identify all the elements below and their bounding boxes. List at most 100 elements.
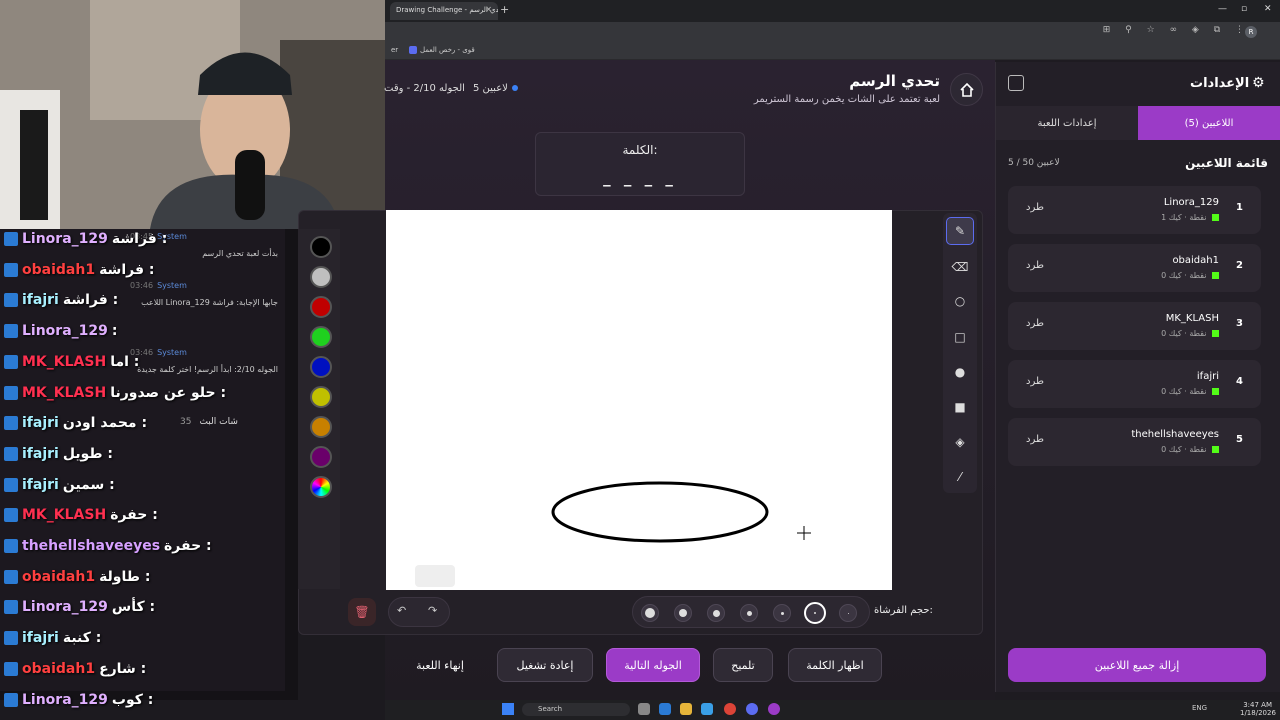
brush-size-option[interactable] [740, 604, 758, 622]
app-icon[interactable] [746, 703, 758, 715]
bookmark-item[interactable]: er [391, 46, 398, 54]
tab-game-settings[interactable]: إعدادات اللعبة [996, 106, 1138, 140]
browser-tab[interactable]: Drawing Challenge - تحدي الرسم✕ [390, 2, 498, 20]
undo-icon[interactable]: ↶ [397, 604, 406, 617]
toolbar-icons[interactable]: ⊞ ⚲ ☆ ∞ ◈ ⧉ ⋮ [1103, 25, 1250, 35]
brush-size-option[interactable] [641, 604, 659, 622]
color-swatch[interactable] [310, 236, 332, 258]
chat-username: ifajri [22, 445, 59, 462]
brush-size-option[interactable] [773, 604, 791, 622]
webcam-image [0, 0, 385, 229]
player-score: 0 نقطة · كيك [1161, 271, 1219, 280]
chat-text: محمد اودن : [62, 415, 148, 432]
start-icon[interactable] [502, 703, 514, 715]
gear-icon: ⚙ [1252, 75, 1265, 91]
file-explorer-icon[interactable] [680, 703, 692, 715]
trash-button[interactable]: 🗑 [348, 598, 376, 626]
chat-username: Linora_129 [22, 691, 108, 708]
player-card: 3 MK_KLASH 0 نقطة · كيك طرد [1008, 302, 1261, 350]
close-window-icon[interactable]: ✕ [1264, 4, 1272, 14]
tray-lang[interactable]: ENG [1192, 704, 1207, 712]
subscriber-badge-icon [4, 539, 18, 553]
chat-message: Linora_129 فراشة : [4, 231, 167, 247]
chat-message: obaidah1 شارع : [4, 661, 146, 677]
circle-fill-icon[interactable]: ● [946, 358, 974, 386]
tab-players[interactable]: اللاعبين (5) [1138, 106, 1280, 140]
kick-player-button[interactable]: طرد [1026, 318, 1044, 329]
redo-icon[interactable]: ↷ [428, 604, 437, 617]
restart-button[interactable]: إعادة تشغيل [497, 648, 593, 682]
color-swatch[interactable] [310, 356, 332, 378]
show-word-button[interactable]: اظهار الكلمة [788, 648, 882, 682]
color-swatch[interactable] [310, 476, 332, 498]
clock[interactable]: 3:47 AM 1/18/2026 [1240, 701, 1276, 717]
kick-player-button[interactable]: طرد [1026, 376, 1044, 387]
page-subtitle: لعبة تعتمد على الشات يخمن رسمة الستريمر [753, 94, 940, 105]
circle-outline-icon[interactable]: ○ [946, 287, 974, 315]
kick-logo-icon [1212, 330, 1219, 337]
player-score: 1 نقطة · كيك [1161, 213, 1219, 222]
color-swatch[interactable] [310, 416, 332, 438]
trash-icon: 🗑 [354, 605, 370, 619]
color-swatch[interactable] [310, 296, 332, 318]
store-icon[interactable] [701, 703, 713, 715]
subscriber-badge-icon [4, 631, 18, 646]
player-name: Linora_129 [1163, 197, 1219, 208]
collapse-panel-icon[interactable] [1008, 75, 1024, 91]
players-list-title: قائمة اللاعبين [1185, 156, 1268, 170]
subscriber-badge-icon [4, 416, 18, 431]
task-view-icon[interactable] [638, 703, 650, 715]
kick-player-button[interactable]: طرد [1026, 202, 1044, 213]
drawing-canvas[interactable] [386, 210, 892, 590]
kick-player-button[interactable]: طرد [1026, 260, 1044, 271]
brush-dot-icon [746, 610, 752, 616]
chat-message: Linora_129 كأس : [4, 599, 155, 615]
subscriber-badge-icon [4, 324, 18, 339]
home-button[interactable] [950, 73, 983, 106]
chat-text: فراشة : [111, 231, 168, 247]
chrome-icon[interactable] [724, 703, 736, 715]
chat-text: حفرة : [110, 507, 158, 524]
close-tab-icon[interactable]: ✕ [485, 5, 492, 14]
maximize-icon[interactable]: ▫ [1241, 4, 1247, 14]
online-dot-icon [511, 85, 518, 91]
brush-size-option[interactable] [707, 604, 725, 622]
line-icon[interactable]: ⁄ [946, 463, 974, 491]
pen-icon[interactable]: ✎ [946, 217, 974, 245]
subscriber-badge-icon [4, 446, 18, 461]
bookmark-item[interactable]: قوى - رخص العمل [409, 46, 475, 54]
brush-size-option[interactable] [674, 604, 692, 622]
rect-outline-icon[interactable]: □ [946, 323, 974, 351]
next-round-button[interactable]: الجوله التالية [606, 648, 700, 682]
minimize-icon[interactable]: — [1218, 4, 1227, 14]
settings-title: الإعدادات [1190, 76, 1250, 91]
taskbar-search[interactable]: Search [522, 703, 630, 716]
end-game-button[interactable]: إنهاء اللعبة [397, 648, 483, 682]
subscriber-badge-icon [4, 232, 18, 246]
brush-size-option[interactable] [804, 602, 826, 624]
color-swatch[interactable] [310, 446, 332, 468]
copilot-icon[interactable] [659, 703, 671, 715]
app-icon-2[interactable] [768, 703, 780, 715]
color-swatch[interactable] [310, 266, 332, 288]
chat-message: obaidah1 طاولة : [4, 569, 150, 585]
fill-bucket-icon[interactable]: ◈ [946, 428, 974, 456]
word-label: الكلمة: [622, 143, 658, 157]
hint-button[interactable]: تلميح [713, 648, 773, 682]
color-swatch[interactable] [310, 326, 332, 348]
eraser-icon[interactable]: ⌫ [946, 253, 974, 281]
chat-username: MK_KLASH [22, 507, 107, 524]
canvas-overlay [415, 565, 455, 587]
subscriber-badge-icon [4, 477, 18, 492]
chat-message: MK_KLASH اما : [4, 354, 139, 370]
new-tab-icon[interactable]: + [500, 3, 509, 16]
chat-message: obaidah1 فراشة : [4, 262, 154, 278]
color-swatch[interactable] [310, 386, 332, 408]
kick-player-button[interactable]: طرد [1026, 434, 1044, 445]
rect-fill-icon[interactable]: ■ [946, 393, 974, 421]
brush-size-option[interactable] [839, 604, 857, 622]
subscriber-badge-icon [4, 508, 18, 523]
profile-avatar[interactable]: R [1245, 26, 1257, 38]
kick-logo-icon [1212, 272, 1219, 279]
remove-all-players-button[interactable]: إزالة جميع اللاعبين [1008, 648, 1266, 682]
